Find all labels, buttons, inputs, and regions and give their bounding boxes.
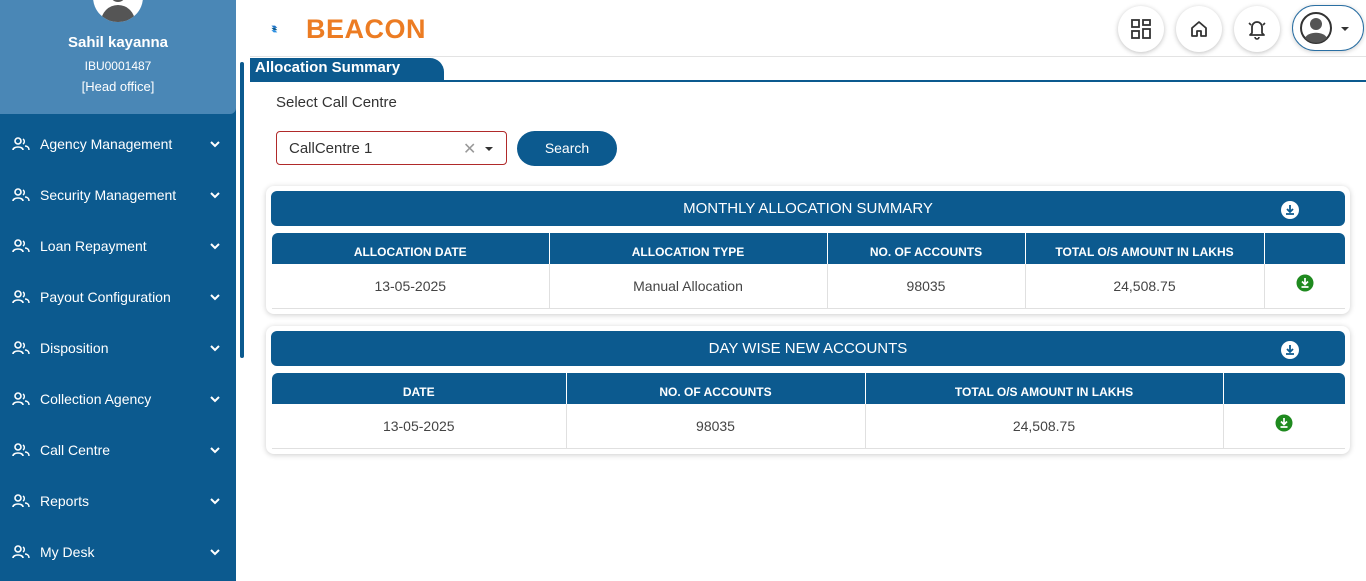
sidebar-menu: Agency Management Security Management Lo… (0, 119, 236, 578)
column-header (1264, 233, 1345, 264)
sidebar-item-disposition[interactable]: Disposition (0, 323, 236, 374)
accounts-cell: 98035 (566, 404, 866, 449)
sidebar-item-loan-repayment[interactable]: Loan Repayment (0, 221, 236, 272)
sidebar-item-agency-management[interactable]: Agency Management (0, 119, 236, 170)
download-cell (1223, 404, 1345, 449)
grid-button[interactable] (1118, 6, 1164, 52)
day-wise-accounts-card: DAY WISE NEW ACCOUNTS DATE NO. OF ACCOUN… (266, 326, 1350, 454)
page-title: Allocation Summary (250, 58, 444, 80)
chevron-down-icon (210, 498, 220, 505)
sidebar-item-label: Security Management (40, 187, 177, 203)
sidebar: Sahil kayanna IBU0001487 [Head office] A… (0, 0, 236, 581)
sidebar-item-payout-configuration[interactable]: Payout Configuration (0, 272, 236, 323)
table-header-row: ALLOCATION DATE ALLOCATION TYPE NO. OF A… (272, 233, 1345, 264)
sidebar-item-label: Agency Management (40, 136, 173, 152)
amount-cell: 24,508.75 (865, 404, 1224, 449)
chevron-down-icon (210, 243, 220, 250)
sidebar-item-call-centre[interactable]: Call Centre (0, 425, 236, 476)
logo-text: BEACON (306, 14, 427, 44)
column-header: NO. OF ACCOUNTS (827, 233, 1026, 264)
search-button[interactable]: Search (517, 131, 617, 166)
notifications-button[interactable] (1234, 6, 1280, 52)
day-wise-accounts-title: DAY WISE NEW ACCOUNTS (708, 340, 908, 357)
amount-cell: 24,508.75 (1025, 264, 1265, 309)
sidebar-item-label: Call Centre (40, 442, 111, 458)
sidebar-item-label: My Desk (40, 544, 95, 560)
column-header: TOTAL O/S AMOUNT IN LAKHS (1025, 233, 1265, 264)
profile-office: [Head office] (81, 79, 155, 94)
monthly-allocation-header: MONTHLY ALLOCATION SUMMARY (271, 191, 1345, 226)
select-call-centre-label: Select Call Centre (276, 94, 397, 111)
chevron-down-icon (210, 192, 220, 199)
bell-icon (1248, 21, 1266, 40)
accounts-cell: 98035 (827, 264, 1026, 309)
chevron-down-icon (210, 345, 220, 352)
table-header-row: DATE NO. OF ACCOUNTS TOTAL O/S AMOUNT IN… (272, 373, 1345, 404)
sidebar-item-label: Reports (40, 493, 90, 509)
monthly-allocation-table: ALLOCATION DATE ALLOCATION TYPE NO. OF A… (272, 233, 1345, 309)
allocation-date-cell: 13-05-2025 (272, 264, 550, 309)
sidebar-item-label: Disposition (40, 340, 109, 356)
download-icon[interactable] (1280, 200, 1300, 220)
column-header: ALLOCATION TYPE (549, 233, 828, 264)
avatar[interactable] (93, 0, 143, 22)
title-divider (250, 80, 1366, 82)
sidebar-item-security-management[interactable]: Security Management (0, 170, 236, 221)
profile-id: IBU0001487 (84, 59, 152, 73)
column-header: DATE (272, 373, 567, 404)
caret-down-icon[interactable] (485, 147, 493, 151)
users-icon (12, 239, 30, 253)
grid-icon (1131, 19, 1151, 39)
users-icon (12, 443, 30, 457)
users-icon (12, 188, 30, 202)
download-icon[interactable] (1275, 414, 1293, 432)
table-row: 13-05-2025 98035 24,508.75 (272, 404, 1345, 449)
column-header (1223, 373, 1345, 404)
caret-down-icon (1341, 27, 1349, 31)
day-wise-accounts-table: DATE NO. OF ACCOUNTS TOTAL O/S AMOUNT IN… (272, 373, 1345, 449)
sidebar-item-collection-agency[interactable]: Collection Agency (0, 374, 236, 425)
users-icon (12, 290, 30, 304)
date-cell: 13-05-2025 (272, 404, 567, 449)
users-icon (12, 494, 30, 508)
download-cell (1264, 264, 1345, 309)
users-icon (12, 341, 30, 355)
sidebar-item-label: Payout Configuration (40, 289, 171, 305)
home-icon (1191, 21, 1207, 37)
chevron-down-icon (210, 141, 220, 148)
profile-card: Sahil kayanna IBU0001487 [Head office] (0, 0, 236, 114)
chevron-down-icon (210, 447, 220, 454)
download-icon[interactable] (1280, 340, 1300, 360)
sidebar-item-label: Collection Agency (40, 391, 152, 407)
monthly-allocation-title: MONTHLY ALLOCATION SUMMARY (683, 200, 933, 217)
user-menu-button[interactable] (1292, 5, 1364, 51)
column-header: NO. OF ACCOUNTS (566, 373, 866, 404)
profile-name: Sahil kayanna (67, 34, 169, 51)
sidebar-item-reports[interactable]: Reports (0, 476, 236, 527)
clear-icon[interactable]: ✕ (463, 139, 476, 158)
allocation-type-cell: Manual Allocation (549, 264, 828, 309)
column-header: TOTAL O/S AMOUNT IN LAKHS (865, 373, 1224, 404)
sidebar-scrollbar[interactable] (240, 62, 244, 358)
table-row: 13-05-2025 Manual Allocation 98035 24,50… (272, 264, 1345, 309)
users-icon (12, 392, 30, 406)
monthly-allocation-card: MONTHLY ALLOCATION SUMMARY ALLOCATION DA… (266, 186, 1350, 314)
user-icon (1300, 12, 1332, 44)
beacon-logo-icon (271, 25, 278, 33)
chevron-down-icon (210, 294, 220, 301)
day-wise-accounts-header: DAY WISE NEW ACCOUNTS (271, 331, 1345, 366)
download-icon[interactable] (1296, 274, 1314, 292)
sidebar-item-label: Loan Repayment (40, 238, 147, 254)
sidebar-item-my-desk[interactable]: My Desk (0, 527, 236, 578)
call-centre-select[interactable]: CallCentre 1 ✕ (276, 131, 507, 165)
home-button[interactable] (1176, 6, 1222, 52)
users-icon (12, 545, 30, 559)
chevron-down-icon (210, 549, 220, 556)
chevron-down-icon (210, 396, 220, 403)
users-icon (12, 137, 30, 151)
select-value: CallCentre 1 (289, 140, 373, 157)
column-header: ALLOCATION DATE (272, 233, 550, 264)
